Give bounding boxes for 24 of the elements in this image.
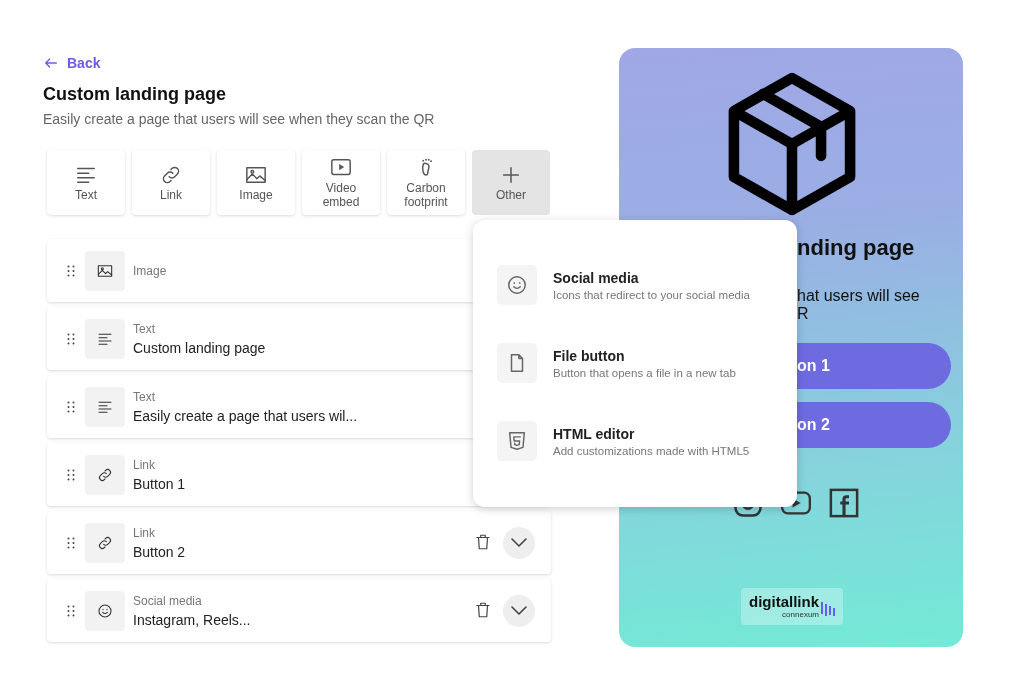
block-value-text: Custom landing page (133, 339, 267, 356)
block-value-text: Button 2 (133, 543, 187, 560)
logo-name: digitallink (749, 594, 819, 610)
block-value-text: Instagram, Reels... (133, 611, 252, 628)
menu-item-title: Social media (553, 269, 640, 286)
menu-item-title: File button (553, 347, 626, 364)
block-type-label: Link (133, 457, 156, 472)
block-type-label: Text (133, 321, 156, 336)
preview-title: nding page (797, 235, 916, 261)
menu-item-title: HTML editor (553, 425, 636, 442)
preview-text: R (797, 305, 810, 323)
page-title: Custom landing page (43, 84, 227, 105)
block-type-label: Link (133, 525, 156, 540)
menu-item-description: Add customizations made with HTML5 (553, 444, 750, 457)
block-value-text: Easily create a page that users wil... (133, 407, 359, 424)
page-subtitle: Easily create a page that users will see when they scan the QR (43, 111, 436, 127)
block-type-label: Text (133, 389, 156, 404)
menu-item-description: Icons that redirect to your social media (553, 288, 750, 301)
preview-text: hat users will see (797, 287, 921, 305)
block-value-text: Button 1 (133, 475, 187, 492)
block-type-label: Image (133, 263, 168, 278)
menu-item-description: Button that opens a file in a new tab (553, 366, 736, 379)
block-type-label: Social media (133, 593, 203, 608)
logo-tagline: connexum (782, 610, 819, 619)
